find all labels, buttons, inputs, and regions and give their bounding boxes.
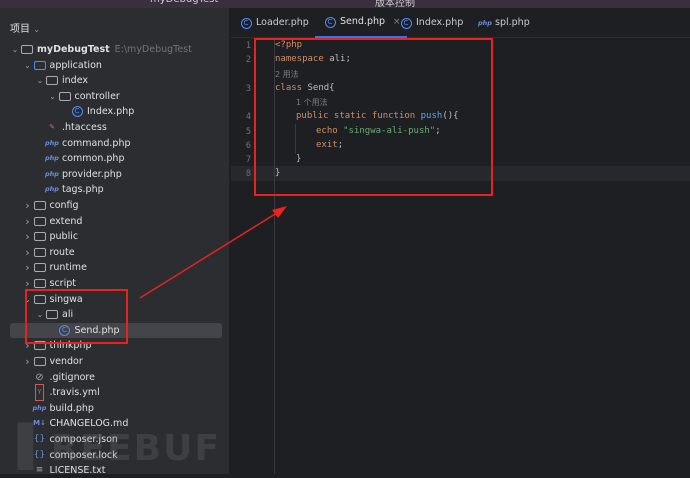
watermark: ▌REEBUF [18,424,221,470]
annotation-arrow [139,206,287,299]
